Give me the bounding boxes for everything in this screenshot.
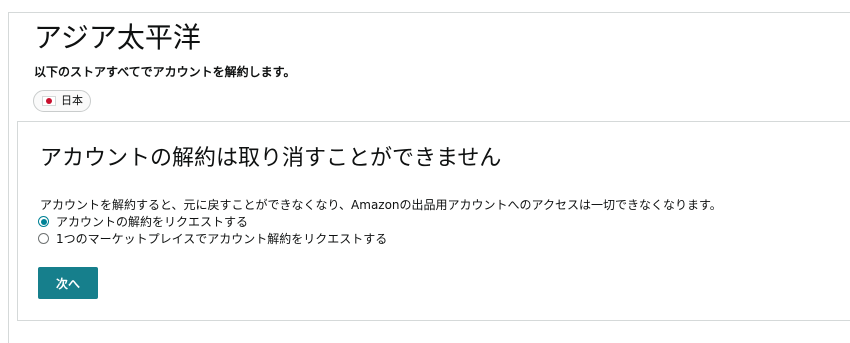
option-close-account-label: アカウントの解約をリクエストする (56, 214, 249, 229)
close-account-panel: アカウントの解約は取り消すことができません アカウントを解約すると、元に戻すこと… (17, 121, 850, 321)
panel-title: アカウントの解約は取り消すことができません (40, 146, 502, 171)
region-subtitle: 以下のストアすべてでアカウントを解約します。 (34, 65, 296, 79)
close-option-group: アカウントの解約をリクエストする 1つのマーケットプレイスでアカウント解約をリク… (38, 213, 387, 247)
store-chip-label: 日本 (61, 94, 83, 107)
japan-flag-icon (42, 96, 56, 106)
option-close-account[interactable]: アカウントの解約をリクエストする (38, 213, 387, 230)
option-close-one-marketplace-label: 1つのマーケットプレイスでアカウント解約をリクエストする (56, 231, 388, 246)
option-close-one-marketplace[interactable]: 1つのマーケットプレイスでアカウント解約をリクエストする (38, 230, 387, 247)
warning-text: アカウントを解約すると、元に戻すことができなくなり、Amazonの出品用アカウン… (40, 198, 722, 212)
region-title: アジア太平洋 (34, 21, 201, 54)
radio-close-one-marketplace[interactable] (38, 233, 49, 244)
radio-close-account[interactable] (38, 216, 49, 227)
next-button[interactable]: 次へ (38, 267, 98, 299)
store-chip-japan: 日本 (33, 90, 91, 112)
